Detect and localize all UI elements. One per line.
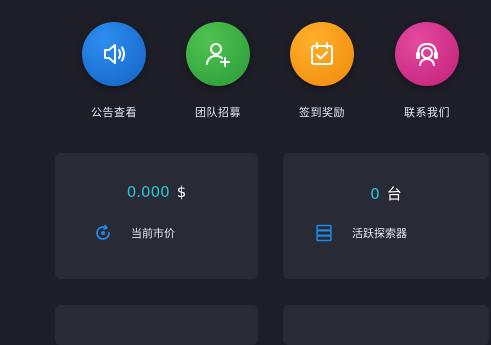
team-recruit-button[interactable]: 团队招募 <box>166 22 270 120</box>
stat-card-partial-right <box>283 305 489 345</box>
stat-card-partial-left <box>55 305 258 345</box>
active-explorers-label: 活跃探索器 <box>352 227 407 240</box>
active-explorers-number: 0 <box>370 185 380 203</box>
headset-icon <box>416 42 438 66</box>
signin-reward-icon-circle <box>290 22 354 86</box>
active-explorers-card: 0台 活跃探索器 <box>283 153 489 279</box>
market-price-card: 0.000 $ 当前市价 <box>55 153 258 279</box>
speaker-icon <box>104 44 125 64</box>
add-user-icon <box>206 43 230 67</box>
active-explorers-value: 0台 <box>283 183 489 204</box>
calendar-check-icon <box>311 42 333 65</box>
active-explorers-meta: 活跃探索器 <box>314 223 407 243</box>
price-refresh-icon <box>93 223 113 243</box>
active-explorers-unit: 台 <box>386 185 402 203</box>
contact-us-icon-circle <box>395 22 459 86</box>
signin-reward-label: 签到奖励 <box>299 106 345 119</box>
market-price-unit: $ <box>176 183 187 201</box>
market-price-label: 当前市价 <box>131 227 175 240</box>
announcement-button[interactable]: 公告查看 <box>62 22 166 120</box>
server-stack-icon <box>314 223 334 243</box>
market-price-meta: 当前市价 <box>93 223 175 243</box>
market-price-value: 0.000 $ <box>55 183 258 201</box>
contact-us-button[interactable]: 联系我们 <box>375 22 479 120</box>
team-recruit-label: 团队招募 <box>195 106 241 119</box>
contact-us-label: 联系我们 <box>404 106 450 119</box>
announcement-icon-circle <box>82 22 146 86</box>
market-price-number: 0.000 <box>126 183 170 201</box>
team-recruit-icon-circle <box>186 22 250 86</box>
signin-reward-button[interactable]: 签到奖励 <box>270 22 374 120</box>
announcement-label: 公告查看 <box>91 106 137 119</box>
